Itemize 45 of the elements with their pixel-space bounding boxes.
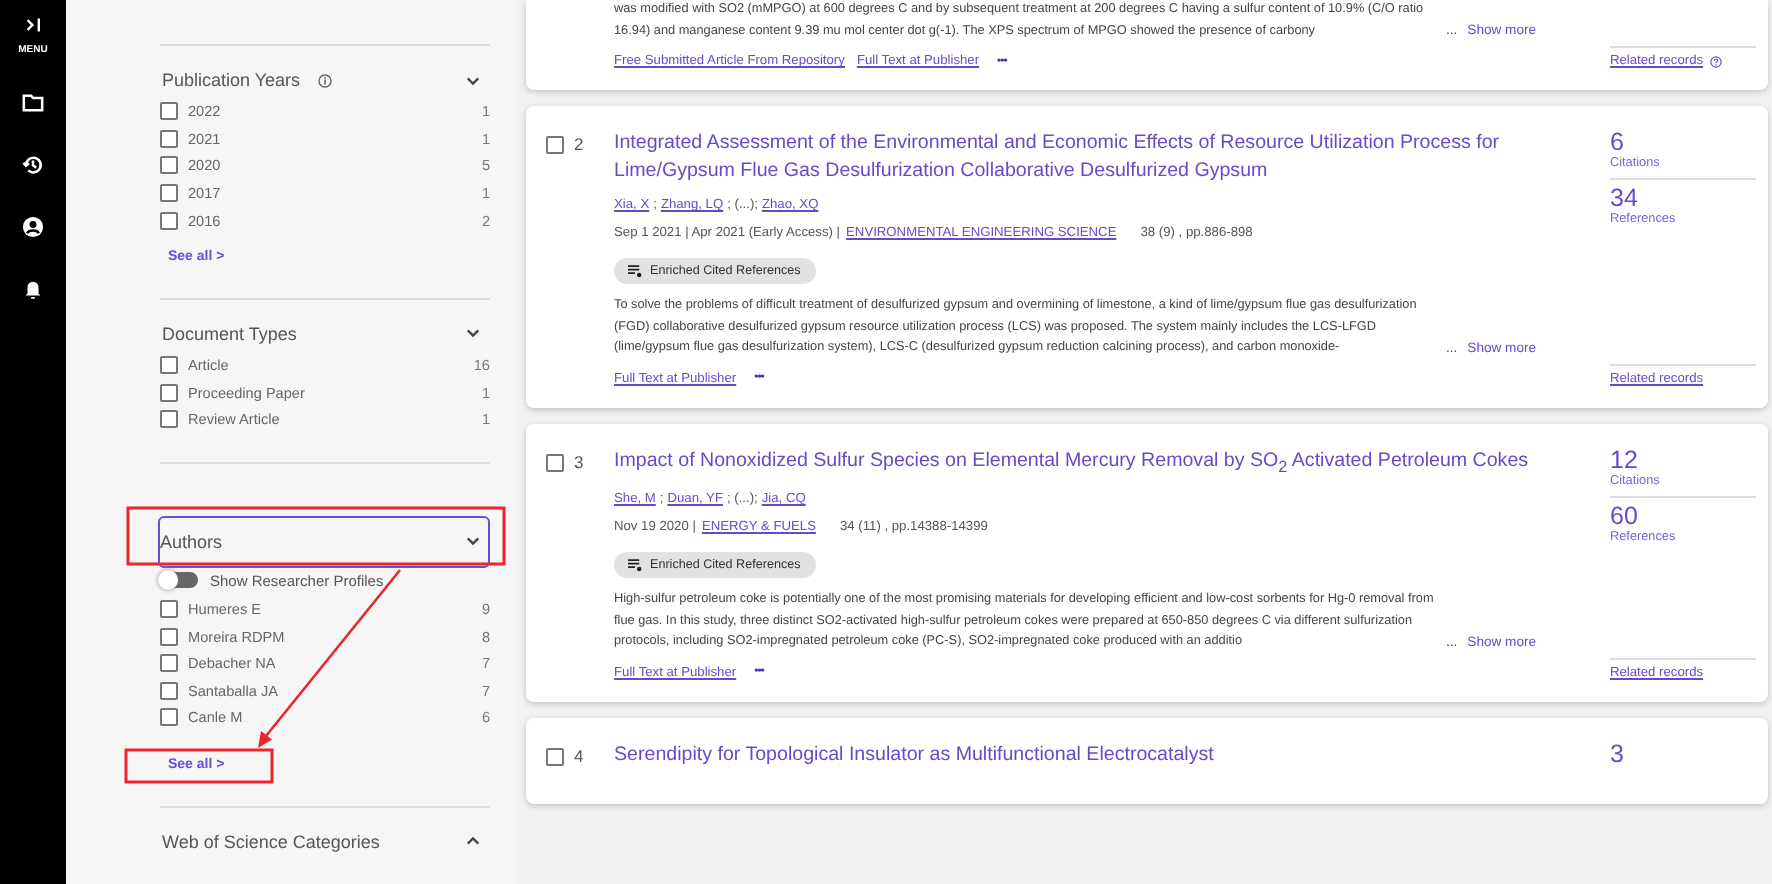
record-number: 4 bbox=[574, 747, 584, 764]
record-number: 2 bbox=[574, 136, 584, 152]
checkbox[interactable] bbox=[160, 356, 178, 375]
info-icon[interactable] bbox=[318, 73, 333, 87]
checkbox[interactable] bbox=[160, 654, 178, 673]
chevron-up-icon[interactable] bbox=[466, 836, 480, 847]
user-icon[interactable] bbox=[22, 216, 44, 238]
checkbox[interactable] bbox=[160, 102, 178, 121]
folder-icon[interactable] bbox=[22, 92, 44, 114]
citation-count[interactable]: 3 bbox=[1610, 741, 1756, 768]
checkbox[interactable] bbox=[546, 747, 564, 766]
list-icon bbox=[628, 264, 642, 278]
record-number: 3 bbox=[574, 453, 584, 469]
citation-count[interactable]: 6 bbox=[1610, 130, 1756, 156]
checkbox[interactable] bbox=[160, 627, 178, 646]
checkbox[interactable] bbox=[160, 184, 178, 203]
list-icon bbox=[628, 558, 642, 573]
chevron-down-icon[interactable] bbox=[466, 75, 480, 85]
chevron-down-icon[interactable] bbox=[466, 328, 480, 339]
filter-header[interactable]: Publication Years bbox=[160, 62, 490, 98]
checkbox[interactable] bbox=[160, 129, 178, 148]
checkbox[interactable] bbox=[160, 410, 178, 429]
checkbox[interactable] bbox=[160, 383, 178, 402]
checkbox[interactable] bbox=[160, 156, 178, 175]
checkbox[interactable] bbox=[160, 681, 178, 700]
checkbox[interactable] bbox=[546, 453, 564, 471]
help-icon[interactable] bbox=[1709, 55, 1722, 67]
citation-count[interactable]: 12 bbox=[1610, 447, 1756, 473]
reference-count[interactable]: 60 bbox=[1610, 503, 1756, 529]
expand-icon[interactable] bbox=[25, 18, 41, 32]
bell-icon[interactable] bbox=[22, 278, 44, 300]
record-title[interactable]: Serendipity for Topological Insulator as Multifunctional Electrocatalyst bbox=[614, 741, 1590, 770]
toggle-switch[interactable] bbox=[160, 572, 198, 589]
history-icon[interactable] bbox=[22, 154, 44, 176]
checkbox[interactable] bbox=[160, 600, 178, 619]
filter-header[interactable]: Authors bbox=[158, 515, 490, 568]
checkbox[interactable] bbox=[160, 708, 178, 727]
filter-header[interactable]: Web of Science Categories bbox=[160, 823, 490, 860]
chevron-down-icon[interactable] bbox=[466, 536, 480, 547]
record-title[interactable]: Impact of Nonoxidized Sulfur Species on Elemental Mercury Removal by SO$_{2}$ Activated Petroleum Cokes bbox=[614, 447, 1590, 481]
checkbox[interactable] bbox=[160, 211, 178, 230]
reference-count[interactable]: 34 bbox=[1610, 186, 1756, 212]
record-title[interactable]: Integrated Assessment of the Environmental and Economic Effects of Resource Utilization Process for Lime/Gypsum Flue Gas Desulfurization Collaborative Desulfurized Gypsum bbox=[614, 130, 1590, 186]
checkbox[interactable] bbox=[546, 136, 564, 154]
filter-header[interactable]: Document Types bbox=[160, 315, 490, 352]
